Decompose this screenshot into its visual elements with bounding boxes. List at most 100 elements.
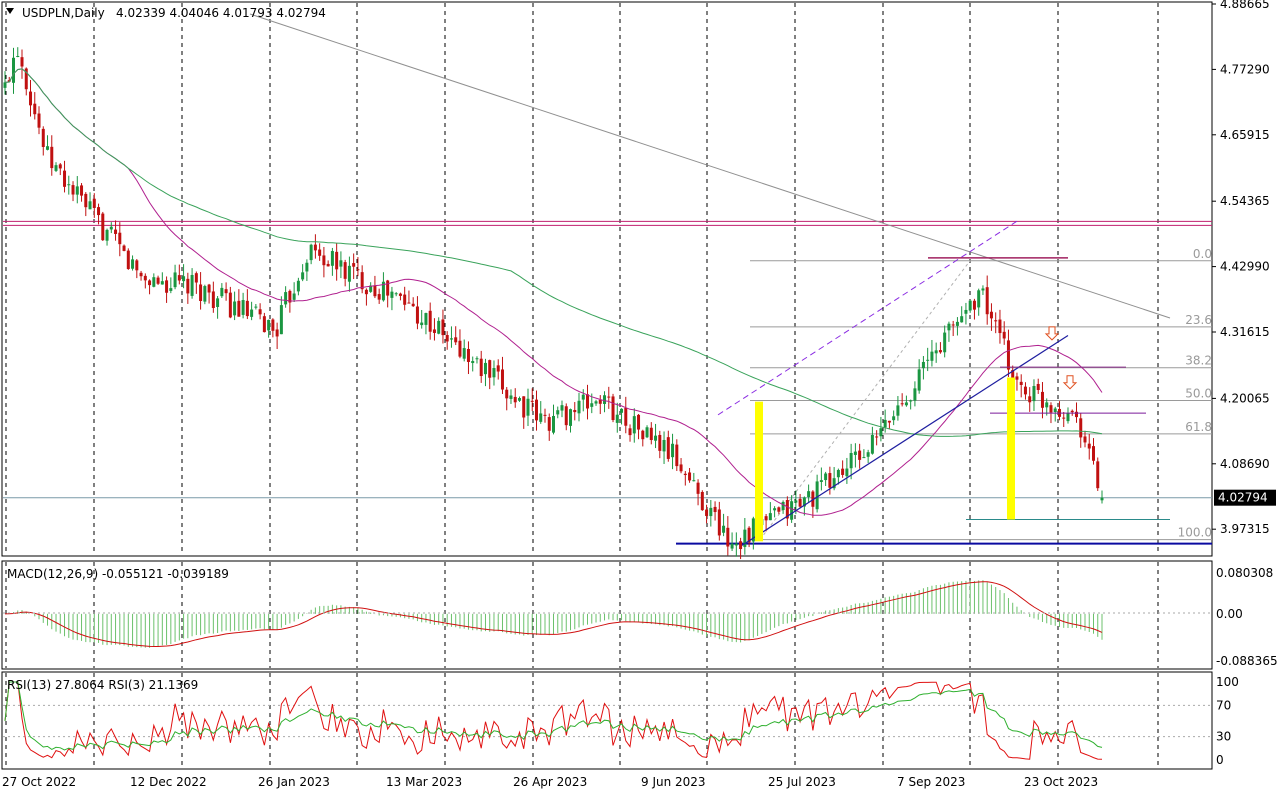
candle-body [726,527,730,547]
candle-body [722,525,726,533]
candle-body [207,284,211,293]
candle-body [790,501,794,520]
candle-body [186,278,190,294]
candle-body [768,513,772,521]
candle-body [275,329,279,337]
candle-body [505,389,509,399]
candle-body [989,311,993,319]
candle-body [819,480,823,482]
candle-body [692,480,696,482]
candle-body [853,451,857,455]
price-tick-label: 4.77290 [1220,62,1270,76]
candle-body [220,287,224,297]
candle-body [807,491,811,498]
candle-body [875,436,879,438]
candle-body [887,420,891,423]
fib-level-label: 50.0 [1185,386,1212,400]
candle-body [394,293,398,295]
candle-body [598,399,602,404]
candle-body [934,350,938,354]
candle-body [815,481,819,510]
candle-body [445,334,449,342]
candle-body [131,259,135,269]
candle-body [267,319,271,331]
usdpln-chart[interactable]: 0.0 23.6 38.2 50.0 61.8 100.0 0.080308 0.00 -0.… [0,0,1285,795]
candle-body [858,450,862,460]
candle-body [335,251,339,270]
candle-body [33,103,37,115]
date-tick-label: 23 Oct 2023 [1024,775,1098,789]
candle-body [1032,386,1036,402]
candle-body [165,280,169,293]
candle-body [54,165,58,171]
date-tick-label: 26 Apr 2023 [513,775,587,789]
price-tick-label: 4.20065 [1220,391,1270,405]
price-tick-label: 4.42990 [1220,260,1270,274]
candle-body [377,294,381,300]
candle-body [879,428,883,437]
candle-body [16,56,20,58]
candle-body [454,337,458,343]
candle-body [1091,446,1095,461]
price-tick-label: 4.54365 [1220,194,1270,208]
candle-body [364,289,368,295]
candle-body [492,368,496,378]
candle-body [343,262,347,279]
candle-body [526,398,530,416]
candle-body [271,319,275,331]
candle-body [951,324,955,326]
candle-body [3,82,7,88]
candle-body [658,434,662,451]
candle-body [160,281,164,285]
candle-body [641,430,645,440]
candle-body [233,301,237,316]
fib-level-label: 0.0 [1193,247,1212,261]
candle-body [1096,461,1100,489]
symbol-label: USDPLN,Daily [22,6,105,20]
candle-body [483,362,487,375]
candle-body [152,277,156,287]
macd-axis-label: -0.088365 [1216,654,1278,668]
candle-body [734,543,738,546]
candle-body [709,507,713,517]
candle-body [662,439,666,452]
candle-body [488,360,492,378]
candle-body [836,469,840,478]
candle-body [700,491,704,511]
candle-body [169,288,173,291]
price-tick-label: 4.65915 [1220,128,1270,142]
candle-body [926,359,930,361]
candle-body [356,269,360,271]
candle-body [620,408,624,413]
candle-body [262,316,266,333]
candle-body [1066,413,1070,422]
candle-body [679,464,683,472]
candle-body [947,323,951,331]
candle-body [347,265,351,282]
candle-body [930,351,934,361]
candle-body [534,399,538,421]
candle-body [420,322,424,326]
candle-body [1074,411,1078,418]
candle-body [870,434,874,454]
candle-body [713,506,717,513]
candle-body [904,402,908,406]
candle-body [237,300,241,317]
candle-body [126,250,130,269]
candle-body [148,280,152,286]
date-tick-label: 9 Jun 2023 [641,775,706,789]
candle-body [705,509,709,516]
candle-body [75,186,79,195]
candle-body [921,361,925,369]
candle-body [552,415,555,433]
rsi-axis-label: 0 [1216,753,1224,767]
candle-body [594,401,598,404]
candle-body [862,457,866,459]
candle-body [415,306,419,324]
candle-body [84,193,88,208]
candle-body [794,500,798,503]
candle-body [764,516,768,521]
candle-body [573,409,577,413]
candle-body [250,309,254,317]
candle-body [717,509,721,536]
